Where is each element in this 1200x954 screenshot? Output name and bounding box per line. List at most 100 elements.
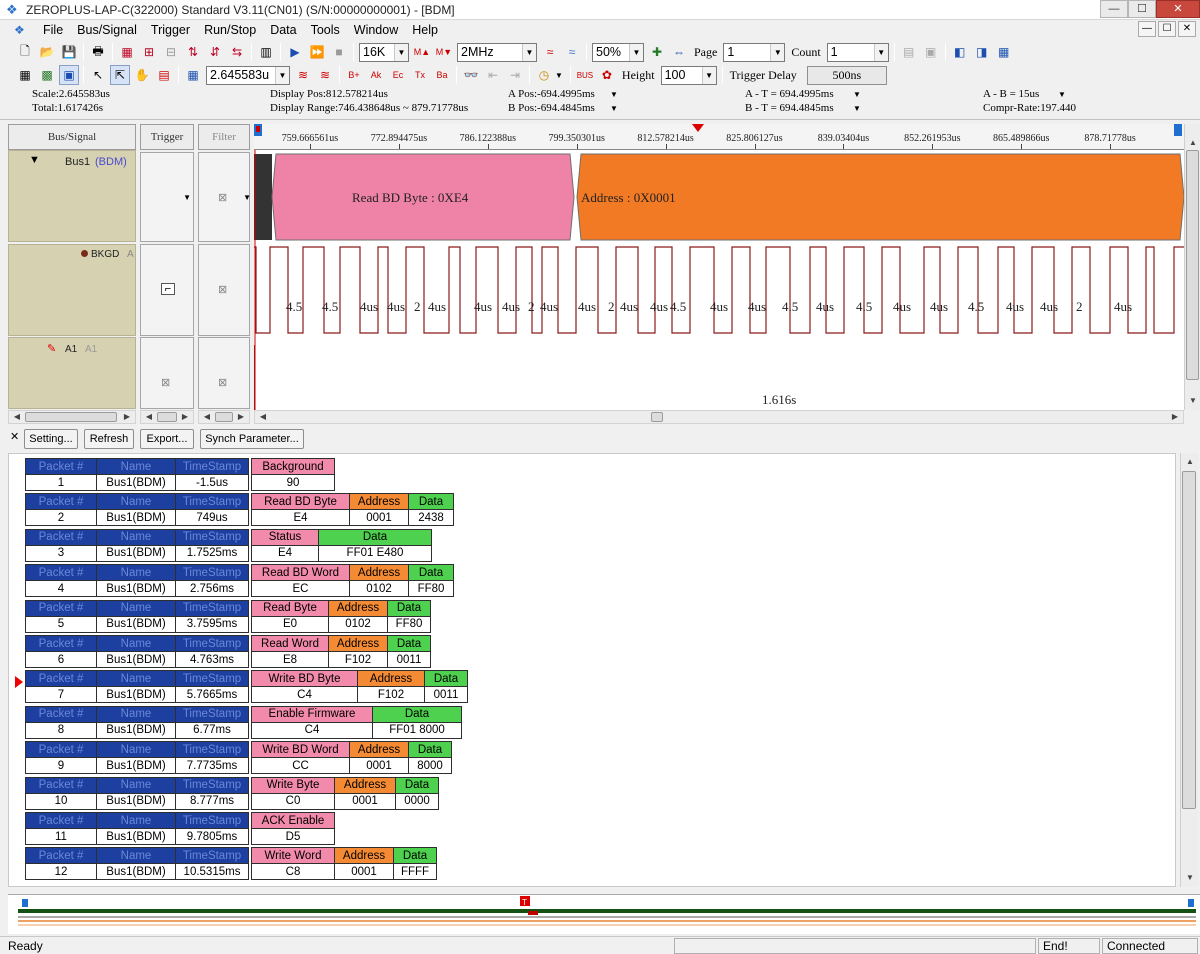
a-b-dropdown-icon[interactable]: ▼ [1058, 90, 1066, 99]
waveform-area[interactable]: Read BD Byte : 0XE4 Address : 0X0001 4.5 4.… [254, 150, 1184, 410]
scroll-left-icon[interactable]: ◀ [141, 410, 157, 424]
menu-tools[interactable]: Tools [304, 23, 347, 37]
signal-list-hscrollbar[interactable]: ◀ ▶ [8, 410, 136, 424]
overview-cursor-b-icon[interactable] [1188, 899, 1194, 907]
sample-frequency-select[interactable]: 2MHz ▼ [457, 42, 537, 62]
setting-button[interactable]: Setting... [24, 429, 78, 449]
pointer-icon[interactable]: ↖ [88, 65, 108, 85]
packet-name-value[interactable]: Bus1(BDM) [96, 757, 176, 775]
packet-field-value[interactable]: 2438 [408, 509, 454, 527]
overview-cursor-a-icon[interactable] [22, 899, 28, 907]
memory-depth-select[interactable]: 16K ▼ [359, 42, 409, 62]
new-file-icon[interactable]: 🗋 [15, 42, 35, 62]
packet-number-value[interactable]: 9 [25, 757, 97, 775]
waveform-icon[interactable]: ≈ [540, 42, 560, 62]
packet-list[interactable]: Packet # Name TimeStamp 1 Bus1(BDM) -1.5us Bac… [8, 453, 1176, 887]
scroll-right-icon[interactable]: ▶ [1167, 410, 1183, 424]
signal-group-icon[interactable]: ⊞ [139, 42, 159, 62]
packet-field-value[interactable]: FFFF [393, 863, 437, 881]
packet-number-value[interactable]: 7 [25, 686, 97, 704]
hand-pan-icon[interactable]: ✋ [132, 65, 152, 85]
packet-field-value[interactable]: 0000 [395, 792, 439, 810]
bus-tx-icon[interactable]: Tx [410, 65, 430, 85]
compare-icon[interactable]: ◧ [950, 42, 970, 62]
trigger-hscrollbar[interactable]: ◀ ▶ [140, 410, 194, 424]
b-t-dropdown-icon[interactable]: ▼ [853, 104, 861, 113]
menu-file[interactable]: File [36, 23, 70, 37]
search-prev-icon[interactable]: ⇤ [483, 65, 503, 85]
packet-field-value[interactable]: FF01 8000 [372, 721, 462, 739]
packet-timestamp-value[interactable]: 3.7595ms [175, 615, 249, 633]
maximize-button[interactable]: ☐ [1128, 0, 1156, 18]
scroll-thumb[interactable] [25, 412, 117, 422]
page-select[interactable]: 1 ▼ [723, 42, 786, 62]
scroll-down-icon[interactable]: ▼ [1185, 394, 1200, 408]
scale-decrease-icon[interactable]: ≋ [315, 65, 335, 85]
channel-down-icon[interactable]: ⇵ [205, 42, 225, 62]
packet-field-value[interactable]: FF80 [408, 580, 454, 598]
grid-icon[interactable]: ▦ [183, 65, 203, 85]
bus-encode-icon[interactable]: Ec [388, 65, 408, 85]
select-cursor-icon[interactable]: ⇱ [110, 65, 130, 85]
scroll-right-icon[interactable]: ▶ [233, 410, 249, 424]
packet-number-value[interactable]: 3 [25, 544, 97, 562]
packet-name-value[interactable]: Bus1(BDM) [96, 686, 176, 704]
bus-ack-icon[interactable]: Ak [366, 65, 386, 85]
packet-field-value[interactable]: E0 [251, 615, 329, 633]
clock-dropdown-icon[interactable]: ▼ [555, 71, 563, 80]
trigger-delay-field[interactable]: 500ns [806, 65, 887, 85]
refresh-button[interactable]: Refresh [84, 429, 134, 449]
channel-up-icon[interactable]: ⇅ [183, 42, 203, 62]
packet-field-value[interactable]: FF01 E480 [318, 544, 432, 562]
a1-filter-cell[interactable]: ⊠ [198, 337, 250, 409]
signal-row-a1[interactable]: ✎ A1 A1 [8, 337, 136, 409]
packet-timestamp-value[interactable]: 10.5315ms [175, 863, 249, 881]
filter-column-header[interactable]: Filter [198, 124, 250, 150]
packet-field-value[interactable]: CC [251, 757, 350, 775]
document-icon[interactable]: ❖ [14, 23, 30, 37]
packet-timestamp-value[interactable]: 8.777ms [175, 792, 249, 810]
bkgd-filter-cell[interactable]: ⊠ [198, 244, 250, 336]
packet-name-value[interactable]: Bus1(BDM) [96, 828, 176, 845]
export-button[interactable]: Export... [140, 429, 194, 449]
scroll-up-icon[interactable]: ▲ [1182, 455, 1198, 469]
stop-icon[interactable]: ■ [329, 42, 349, 62]
packet-name-value[interactable]: Bus1(BDM) [96, 792, 176, 810]
ungroup-icon[interactable]: ⊟ [161, 42, 181, 62]
packet-field-value[interactable]: 0001 [349, 757, 409, 775]
trigger-setting-icon[interactable]: ▥ [256, 42, 276, 62]
packet-field-value[interactable]: 0011 [387, 651, 431, 668]
scale-increase-icon[interactable]: ≋ [293, 65, 313, 85]
print-icon[interactable]: 🖶 [88, 42, 108, 62]
packet-name-value[interactable]: Bus1(BDM) [96, 544, 176, 562]
memory-increase-icon[interactable]: M▲ [412, 42, 432, 62]
packet-field-value[interactable]: E8 [251, 651, 329, 668]
window-cascade-icon[interactable]: ▣ [921, 42, 941, 62]
packet-timestamp-value[interactable]: 7.7735ms [175, 757, 249, 775]
zoom-in-icon[interactable]: ✚ [647, 42, 667, 62]
waveform-vertical-scrollbar[interactable]: ▲ ▼ [1184, 124, 1200, 410]
bkgd-waveform[interactable] [254, 246, 1184, 334]
synch-parameter-button[interactable]: Synch Parameter... [200, 429, 304, 449]
bus-label-icon[interactable]: BUS [575, 65, 595, 85]
scroll-thumb[interactable] [157, 412, 177, 422]
packet-timestamp-value[interactable]: 9.7805ms [175, 828, 249, 845]
packet-field-value[interactable]: 0102 [328, 615, 388, 633]
packet-number-value[interactable]: 2 [25, 509, 97, 527]
packet-name-value[interactable]: Bus1(BDM) [96, 651, 176, 668]
time-ruler[interactable]: 759.666561us 772.894475us 786.122388us 799.… [254, 124, 1184, 150]
packet-timestamp-value[interactable]: 6.77ms [175, 721, 249, 739]
packet-field-value[interactable]: 8000 [408, 757, 452, 775]
binoculars-icon[interactable]: 👓 [461, 65, 481, 85]
a-t-dropdown-icon[interactable]: ▼ [853, 90, 861, 99]
packet-vertical-scrollbar[interactable]: ▲ ▼ [1180, 453, 1198, 887]
signal-row-bus1[interactable]: ▼ Bus1 (BDM) [8, 150, 136, 242]
zoom-select[interactable]: 50% ▼ [592, 42, 644, 62]
compare-next-icon[interactable]: ◨ [972, 42, 992, 62]
ruler-icon[interactable]: ▤ [154, 65, 174, 85]
overview-canvas[interactable]: T [8, 895, 1200, 935]
scroll-left-icon[interactable]: ◀ [9, 410, 25, 424]
packet-number-value[interactable]: 5 [25, 615, 97, 633]
packet-field-value[interactable]: 0011 [424, 686, 468, 704]
packet-number-value[interactable]: 11 [25, 828, 97, 845]
